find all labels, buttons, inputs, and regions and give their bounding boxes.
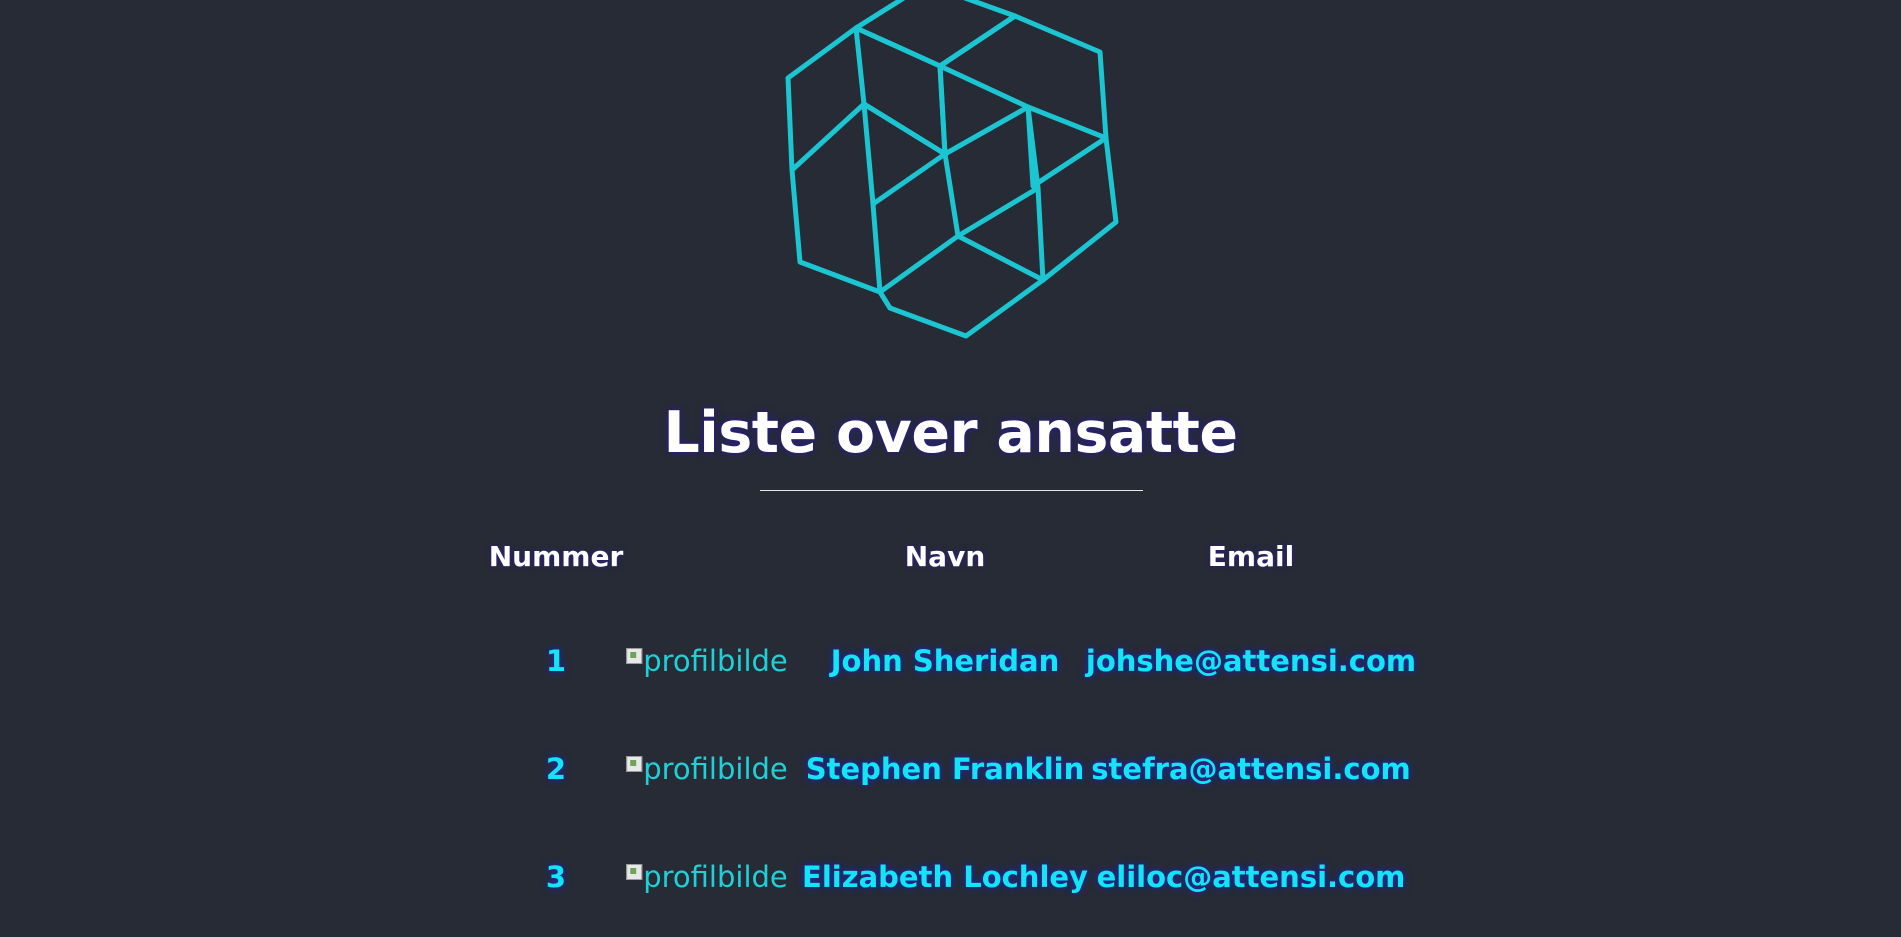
profile-image: profilbilde xyxy=(626,644,788,678)
employee-number: 3 xyxy=(545,860,567,894)
employee-number: 1 xyxy=(545,644,567,678)
profile-image-alt: profilbilde xyxy=(643,860,788,894)
title-divider xyxy=(760,490,1143,491)
employee-name[interactable]: John Sheridan xyxy=(831,644,1060,678)
column-header-number: Nummer xyxy=(488,540,624,573)
broken-image-icon xyxy=(626,756,643,772)
hexagonal-cube-logo-icon xyxy=(785,0,1119,339)
profile-image: profilbilde xyxy=(626,860,788,894)
profile-image-alt: profilbilde xyxy=(643,752,788,786)
employee-email[interactable]: eliloc@attensi.com xyxy=(1097,860,1406,894)
broken-image-icon xyxy=(626,864,643,880)
column-header-email: Email xyxy=(1207,540,1295,573)
employee-name[interactable]: Stephen Franklin xyxy=(806,752,1085,786)
employee-email[interactable]: johshe@attensi.com xyxy=(1086,644,1416,678)
column-header-name: Navn xyxy=(904,540,986,573)
employee-list-page: Liste over ansatte Nummer Navn Email 1 p… xyxy=(0,0,1901,937)
employee-name[interactable]: Elizabeth Lochley xyxy=(802,860,1088,894)
employee-number: 2 xyxy=(545,752,567,786)
broken-image-icon xyxy=(626,648,643,664)
profile-image: profilbilde xyxy=(626,752,788,786)
profile-image-alt: profilbilde xyxy=(643,644,788,678)
page-title: Liste over ansatte xyxy=(663,400,1238,466)
employee-email[interactable]: stefra@attensi.com xyxy=(1091,752,1410,786)
